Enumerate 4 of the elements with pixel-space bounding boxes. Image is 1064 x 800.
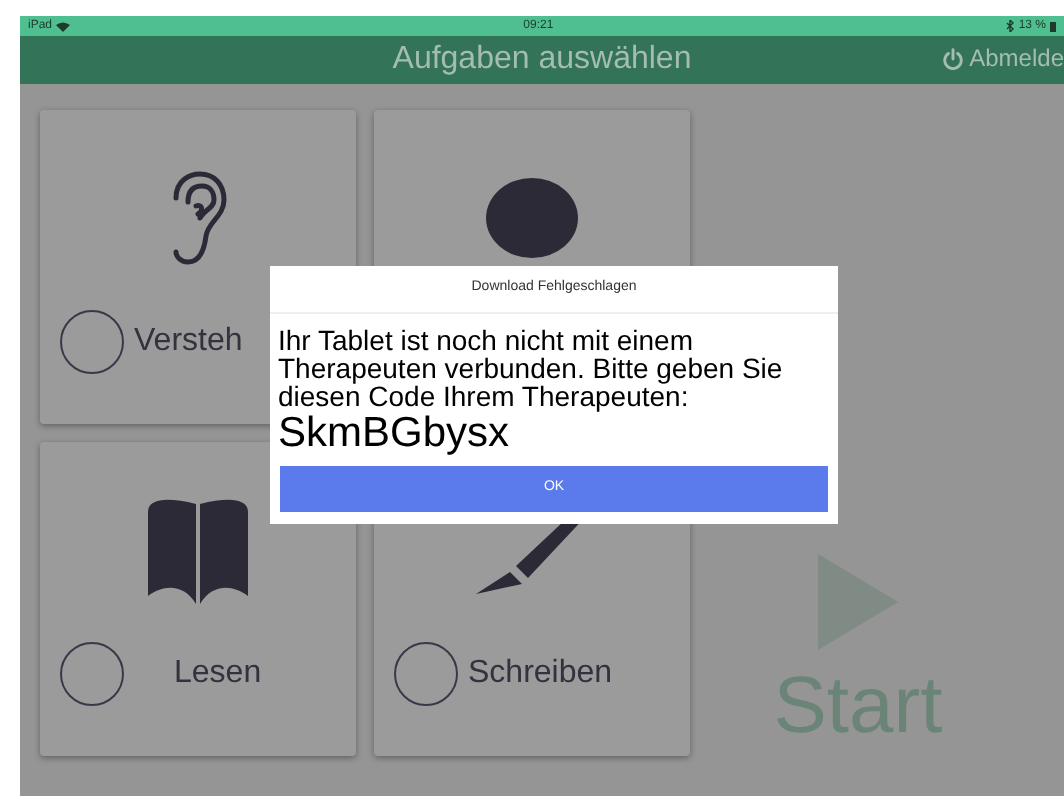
task-label: Schreiben [468, 654, 613, 694]
page-title: Aufgaben auswählen [392, 44, 692, 76]
task-label: Lesen [174, 654, 262, 694]
task-label: Versteh [134, 322, 243, 362]
